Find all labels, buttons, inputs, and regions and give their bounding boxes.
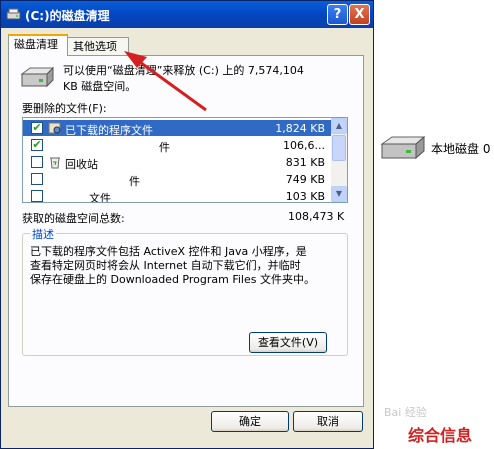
baidu-watermark: Bai 经验 xyxy=(384,406,427,419)
brand-watermark: 综合信息 xyxy=(408,426,473,445)
local-disk-icon[interactable] xyxy=(378,135,428,163)
annotation-arrow-icon xyxy=(124,51,207,112)
local-disk-label[interactable]: 本地磁盘 0 xyxy=(431,140,490,157)
tab-disk-cleanup[interactable]: 磁盘清理 xyxy=(8,34,68,56)
